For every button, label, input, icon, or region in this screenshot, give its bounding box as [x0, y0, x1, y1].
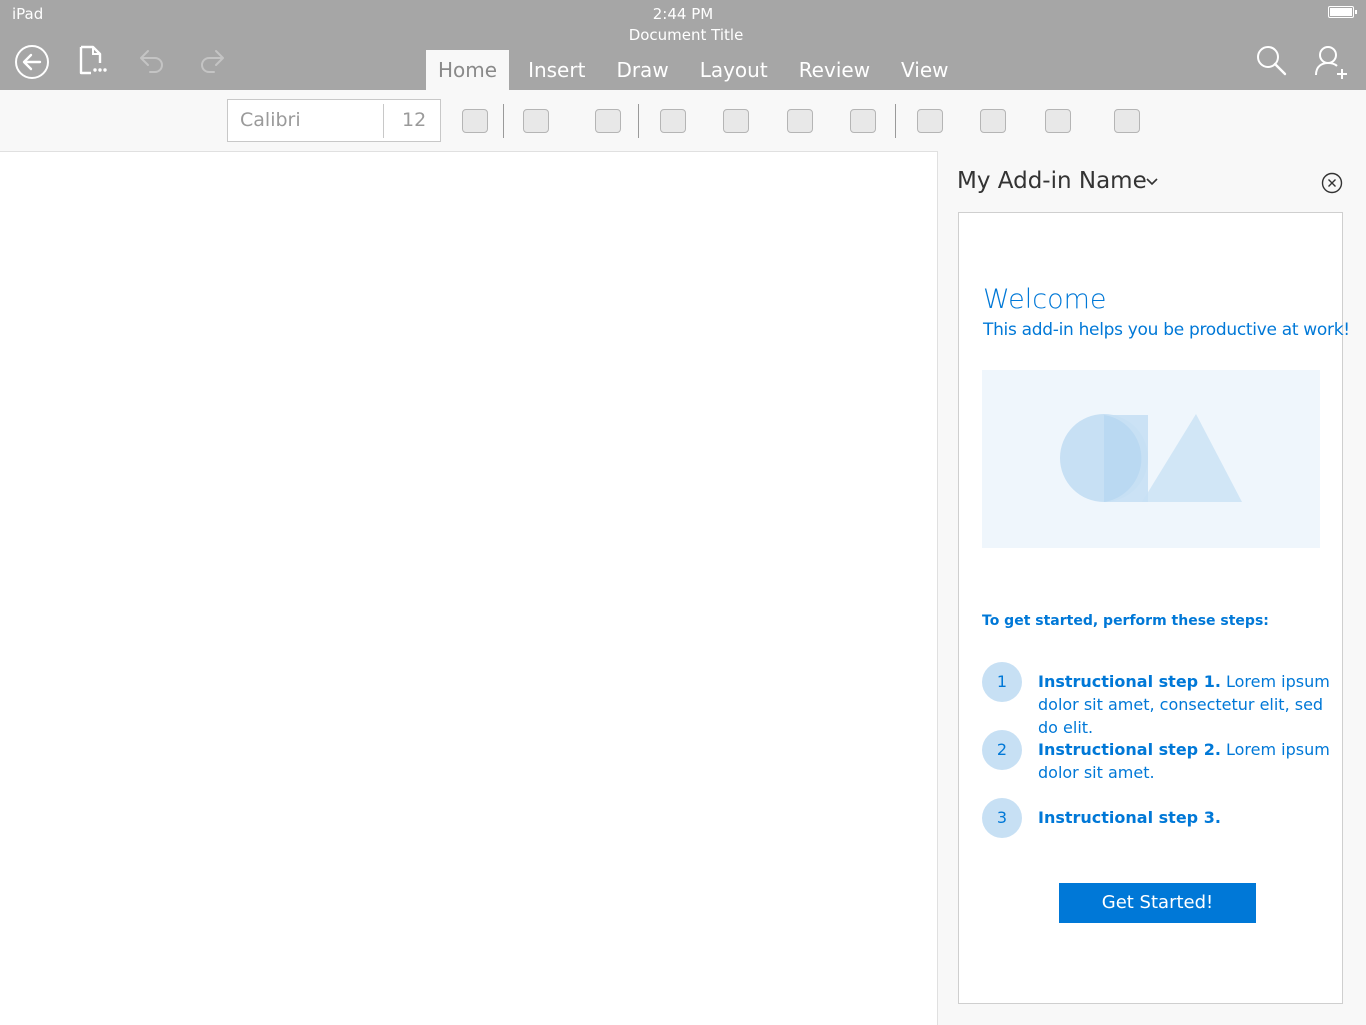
tab-home[interactable]: Home	[426, 50, 510, 90]
ribbon-button-11[interactable]	[1114, 109, 1140, 133]
hero-illustration	[982, 370, 1320, 548]
step-number-badge: 1	[982, 662, 1022, 702]
step-2-text: Instructional step 2. Lorem ipsum dolor …	[1038, 738, 1333, 784]
shapes-illustration-icon	[1060, 414, 1242, 502]
tab-view[interactable]: View	[889, 50, 960, 90]
document-title[interactable]: Document Title	[0, 26, 1366, 44]
ribbon-button-1[interactable]	[462, 109, 488, 133]
app-header: iPad 2:44 PM Document Title Home Insert …	[0, 0, 1366, 90]
tab-draw[interactable]: Draw	[604, 50, 680, 90]
add-person-icon[interactable]	[1314, 44, 1350, 80]
welcome-subtitle: This add-in helps you be productive at w…	[983, 320, 1350, 340]
ribbon-button-6[interactable]	[787, 109, 813, 133]
ribbon-button-10[interactable]	[1045, 109, 1071, 133]
ribbon-button-5[interactable]	[723, 109, 749, 133]
battery-icon	[1328, 6, 1357, 18]
document-canvas[interactable]	[0, 152, 937, 1025]
ribbon-divider	[503, 104, 504, 138]
ribbon-button-9[interactable]	[980, 109, 1006, 133]
redo-icon[interactable]	[198, 48, 226, 74]
step-1-text: Instructional step 1. Lorem ipsum dolor …	[1038, 670, 1333, 739]
status-time: 2:44 PM	[652, 5, 714, 23]
ribbon-divider	[895, 104, 896, 138]
undo-icon[interactable]	[138, 48, 166, 74]
addin-title[interactable]: My Add-in Name	[957, 168, 1147, 194]
ribbon-tabs: Home Insert Draw Layout Review View	[426, 50, 968, 90]
step-2-title: Instructional step 2.	[1038, 740, 1221, 759]
step-3-title: Instructional step 3.	[1038, 808, 1221, 827]
tab-review[interactable]: Review	[787, 50, 882, 90]
font-selector[interactable]: Calibri 12	[227, 99, 441, 142]
ribbon-button-2[interactable]	[523, 109, 549, 133]
welcome-heading: Welcome	[983, 284, 1107, 315]
ribbon-divider	[638, 104, 639, 138]
get-started-button[interactable]: Get Started!	[1059, 883, 1256, 923]
file-options-icon[interactable]	[78, 45, 110, 77]
search-icon[interactable]	[1256, 45, 1288, 77]
ribbon-button-3[interactable]	[595, 109, 621, 133]
ribbon-button-7[interactable]	[850, 109, 876, 133]
ribbon-button-8[interactable]	[917, 109, 943, 133]
ribbon-button-4[interactable]	[660, 109, 686, 133]
tab-insert[interactable]: Insert	[516, 50, 597, 90]
tab-layout[interactable]: Layout	[688, 50, 780, 90]
chevron-down-icon[interactable]	[1145, 177, 1159, 187]
step-number-badge: 2	[982, 730, 1022, 770]
font-field-divider	[383, 104, 384, 138]
font-size-field[interactable]: 12	[402, 109, 426, 131]
step-number-badge: 3	[982, 798, 1022, 838]
step-1-title: Instructional step 1.	[1038, 672, 1221, 691]
back-arrow-circle-icon[interactable]	[14, 44, 50, 80]
steps-heading: To get started, perform these steps:	[982, 613, 1269, 629]
step-3-text: Instructional step 3.	[1038, 806, 1333, 829]
close-icon[interactable]	[1321, 172, 1343, 194]
font-name-field[interactable]: Calibri	[240, 109, 301, 131]
